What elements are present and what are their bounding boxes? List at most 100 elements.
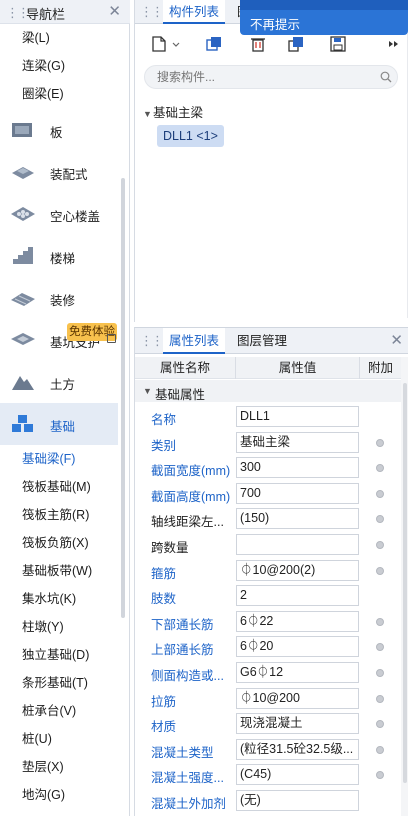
property-name: 拉筋 xyxy=(151,694,177,709)
nav-sub-cushion[interactable]: 垫层(X) xyxy=(22,757,64,777)
property-value-field[interactable]: ⏀10@200(2) xyxy=(236,559,359,581)
more-tools-button[interactable] xyxy=(378,32,408,56)
property-row[interactable]: 下部通长筋 6⏀22 xyxy=(135,609,401,634)
nav-sub-pile-cap[interactable]: 桩承台(V) xyxy=(22,701,76,721)
property-group-basic[interactable]: ▼ 基础属性 xyxy=(135,380,401,402)
nav-scrollbar[interactable] xyxy=(121,178,125,618)
nav-sub-trench[interactable]: 地沟(G) xyxy=(22,785,65,805)
extra-checkbox[interactable] xyxy=(376,438,384,447)
extra-checkbox[interactable] xyxy=(376,464,384,473)
property-value-field[interactable]: (150) xyxy=(236,508,359,530)
extra-checkbox[interactable] xyxy=(376,489,384,498)
property-row[interactable]: 跨数量 xyxy=(135,532,401,557)
drag-grip-icon[interactable]: ⋮⋮ xyxy=(140,4,164,20)
nav-category-earthwork[interactable]: 土方 xyxy=(0,361,118,403)
nav-sub-sump-pit[interactable]: 集水坑(K) xyxy=(22,589,76,609)
nav-sub-raft-foundation[interactable]: 筏板基础(M) xyxy=(22,477,91,497)
extra-checkbox[interactable] xyxy=(376,669,384,677)
property-value-field[interactable]: 6⏀20 xyxy=(236,636,359,658)
extra-checkbox[interactable] xyxy=(376,541,384,549)
property-value-field[interactable]: G6⏀12 xyxy=(236,662,359,683)
nav-item-beam[interactable]: 梁(L) xyxy=(22,28,50,48)
delete-button[interactable] xyxy=(243,32,273,56)
new-component-button[interactable] xyxy=(145,32,189,56)
property-row[interactable]: 截面高度(mm) 700 xyxy=(135,481,401,506)
nav-item-ring-beam[interactable]: 圈梁(E) xyxy=(22,84,64,104)
nav-sub-column-pier[interactable]: 柱墩(Y) xyxy=(22,617,64,637)
caret-down-icon[interactable]: ▼ xyxy=(143,105,153,123)
property-row[interactable]: 混凝土类型 (粒径31.5砼32.5级... xyxy=(135,737,401,762)
nav-category-decoration[interactable]: 装修 xyxy=(0,277,118,319)
property-value-field[interactable]: (无) xyxy=(236,790,359,811)
nav-item-coupling-beam[interactable]: 连梁(G) xyxy=(22,56,65,76)
property-row[interactable]: 名称 DLL1 xyxy=(135,404,401,429)
property-row[interactable]: 拉筋 ⏀10@200 xyxy=(135,686,401,711)
property-value-field[interactable]: 2 xyxy=(236,585,359,607)
dont-show-again-option[interactable]: 不再提示 xyxy=(250,14,300,33)
property-row[interactable]: 肢数 2 xyxy=(135,583,401,608)
nav-sub-raft-main-rebar[interactable]: 筏板主筋(R) xyxy=(22,505,89,525)
tab-layer-management[interactable]: 图层管理 xyxy=(231,328,293,354)
property-row[interactable]: 侧面构造或... G6⏀12 xyxy=(135,660,401,685)
property-name: 轴线距梁左... xyxy=(151,515,224,530)
nav-sub-strip-footing[interactable]: 条形基础(T) xyxy=(22,673,88,693)
property-row[interactable]: 类别 基础主梁 xyxy=(135,430,401,455)
extra-checkbox[interactable] xyxy=(376,566,384,575)
property-row[interactable]: 轴线距梁左... (150) xyxy=(135,506,401,531)
copy-button[interactable] xyxy=(199,32,229,56)
extra-checkbox[interactable] xyxy=(376,771,384,780)
drag-grip-icon[interactable]: ⋮⋮ xyxy=(6,5,30,21)
nav-title: 导航栏 xyxy=(26,7,66,22)
component-search-input[interactable] xyxy=(144,65,398,89)
property-row[interactable]: 箍筋 ⏀10@200(2) xyxy=(135,558,401,583)
nav-category-label: 基础 xyxy=(50,420,76,434)
nav-category-slab[interactable]: 板 xyxy=(0,109,118,151)
extra-checkbox[interactable] xyxy=(376,643,384,652)
property-value-field[interactable]: ⏀10@200 xyxy=(236,687,359,709)
extra-checkbox[interactable] xyxy=(376,745,384,754)
property-row[interactable]: 上部通长筋 6⏀20 xyxy=(135,634,401,659)
property-name: 上部通长筋 xyxy=(151,643,214,658)
property-row[interactable]: 混凝土强度... (C45) xyxy=(135,762,401,787)
tab-component-list[interactable]: 构件列表 xyxy=(163,0,226,24)
tree-node-foundation-main-beam[interactable]: ▼基础主梁 xyxy=(143,104,203,122)
property-scrollbar[interactable] xyxy=(401,357,408,816)
slab-icon xyxy=(12,123,32,137)
extra-checkbox[interactable] xyxy=(376,515,384,524)
drag-grip-icon[interactable]: ⋮⋮ xyxy=(140,333,164,349)
property-row[interactable]: 截面宽度(mm) 300 xyxy=(135,455,401,480)
nav-sub-isolated-footing[interactable]: 独立基础(D) xyxy=(22,645,89,665)
property-value-field[interactable]: 基础主梁 xyxy=(236,431,359,453)
close-icon[interactable]: ✕ xyxy=(108,2,121,20)
copy-to-floor-button[interactable] xyxy=(281,32,311,56)
caret-down-icon[interactable]: ▼ xyxy=(143,386,152,396)
nav-category-hollow-floor[interactable]: 空心楼盖 xyxy=(0,193,118,235)
property-value-field[interactable]: (粒径31.5砼32.5级... xyxy=(236,738,359,760)
close-icon[interactable]: ✕ xyxy=(390,331,403,349)
extra-checkbox[interactable] xyxy=(376,720,384,729)
property-value-field[interactable]: (C45) xyxy=(236,764,359,786)
nav-category-label: 土方 xyxy=(50,378,76,392)
property-row[interactable]: 材质 现浇混凝土 xyxy=(135,711,401,736)
tab-property-list[interactable]: 属性列表 xyxy=(163,328,226,354)
nav-sub-foundation-strip[interactable]: 基础板带(W) xyxy=(22,561,92,581)
property-value-field[interactable]: 700 xyxy=(236,482,359,504)
nav-category-stair[interactable]: 楼梯 xyxy=(0,235,118,277)
nav-sub-pile[interactable]: 桩(U) xyxy=(22,729,52,749)
tree-node-selected-component[interactable]: DLL1 <1> xyxy=(157,125,224,147)
property-value-field[interactable]: DLL1 xyxy=(236,406,359,427)
nav-category-foundation[interactable]: 基础 xyxy=(0,403,118,445)
nav-sub-foundation-beam[interactable]: 基础梁(F) xyxy=(22,449,75,469)
property-value-field[interactable]: 6⏀22 xyxy=(236,610,359,632)
nav-sub-raft-negative-rebar[interactable]: 筏板负筋(X) xyxy=(22,533,89,553)
property-value-field[interactable]: 现浇混凝土 xyxy=(236,713,359,735)
scrollbar-thumb[interactable] xyxy=(403,383,407,783)
property-value-field[interactable] xyxy=(236,534,359,555)
property-row[interactable]: 混凝土外加剂 (无) xyxy=(135,788,401,813)
search-icon[interactable] xyxy=(380,71,392,83)
save-component-button[interactable] xyxy=(323,32,353,56)
extra-checkbox[interactable] xyxy=(376,694,384,703)
nav-category-prefab[interactable]: 装配式 xyxy=(0,151,118,193)
extra-checkbox[interactable] xyxy=(376,617,384,626)
property-value-field[interactable]: 300 xyxy=(236,457,359,479)
